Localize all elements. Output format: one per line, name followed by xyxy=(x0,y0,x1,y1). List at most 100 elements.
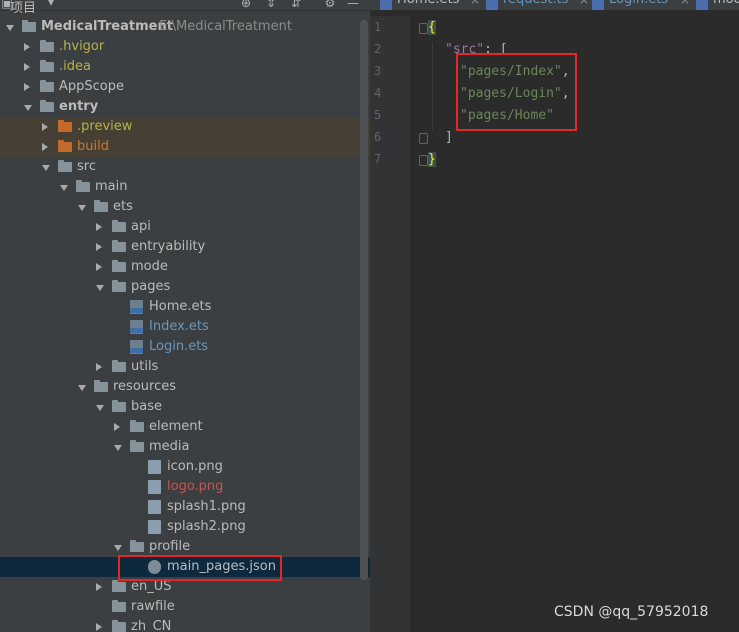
chevron-down-icon[interactable] xyxy=(78,385,86,391)
tree-item-idea[interactable]: .idea xyxy=(0,57,370,77)
close-icon[interactable]: × xyxy=(579,0,589,10)
tree-item-zh-cn[interactable]: zh_CN xyxy=(0,617,370,632)
chevron-down-icon[interactable] xyxy=(96,285,104,291)
tab-label: mod xyxy=(713,0,739,10)
tree-item-hvigor[interactable]: .hvigor xyxy=(0,37,370,57)
collapse-icon[interactable]: ⇕ xyxy=(264,0,278,9)
annotation-box-file xyxy=(118,555,282,581)
hide-icon[interactable]: — xyxy=(346,0,360,9)
folder-icon xyxy=(40,80,54,92)
tree-item-utils[interactable]: utils xyxy=(0,357,370,377)
tree-scrollbar[interactable] xyxy=(360,20,368,580)
folder-icon xyxy=(40,100,54,112)
tree-item-index-ets[interactable]: Index.ets xyxy=(0,317,370,337)
tree-item-label: AppScope xyxy=(59,79,124,94)
tree-item-icon-png[interactable]: icon.png xyxy=(0,457,370,477)
tree-item-label: icon.png xyxy=(167,459,223,474)
chevron-right-icon[interactable] xyxy=(96,263,102,271)
tree-item-label: rawfile xyxy=(131,599,175,614)
chevron-down-icon[interactable] xyxy=(6,25,14,31)
project-panel-title[interactable]: 项目 xyxy=(10,0,36,16)
folder-icon xyxy=(112,600,126,612)
chevron-right-icon[interactable] xyxy=(96,583,102,591)
chevron-right-icon[interactable] xyxy=(114,423,120,431)
folder-icon xyxy=(112,400,126,412)
chevron-down-icon[interactable] xyxy=(114,545,122,551)
project-panel: ▣ 项目 ▾ ⊕ ⇕ ⇵ ⚙ — MedicalTreatment E:\Medi… xyxy=(0,0,370,632)
chevron-down-icon[interactable] xyxy=(60,185,68,191)
tree-item-build[interactable]: build xyxy=(0,137,370,157)
code-line-7[interactable]: } xyxy=(428,152,436,167)
chevron-right-icon[interactable] xyxy=(96,363,102,371)
ets-file-icon xyxy=(380,0,392,10)
tree-item-label: .hvigor xyxy=(59,39,105,54)
tree-item-resources[interactable]: resources xyxy=(0,377,370,397)
excluded-folder-icon xyxy=(58,140,72,152)
tree-item-label: splash1.png xyxy=(167,499,246,514)
expand-icon[interactable]: ⇵ xyxy=(289,0,303,9)
tree-item-media[interactable]: media xyxy=(0,437,370,457)
tree-item-login-ets[interactable]: Login.ets xyxy=(0,337,370,357)
folder-icon xyxy=(112,240,126,252)
tree-item-label: Index.ets xyxy=(149,319,209,334)
tree-item-src[interactable]: src xyxy=(0,157,370,177)
chevron-down-icon[interactable] xyxy=(42,165,50,171)
folder-icon xyxy=(130,540,144,552)
tree-item-label: mode xyxy=(131,259,168,274)
tree-item-ets[interactable]: ets xyxy=(0,197,370,217)
ets-file-icon xyxy=(592,0,604,10)
fold-marker-icon[interactable] xyxy=(419,133,428,144)
tab-label: Home.ets xyxy=(397,0,459,10)
close-icon[interactable]: × xyxy=(470,0,480,10)
tree-item-medicaltreatment[interactable]: MedicalTreatment E:\MedicalTreatment xyxy=(0,17,370,37)
tree-item-base[interactable]: base xyxy=(0,397,370,417)
tree-item-label: .idea xyxy=(59,59,91,74)
tree-item-home-ets[interactable]: Home.ets xyxy=(0,297,370,317)
tree-item-appscope[interactable]: AppScope xyxy=(0,77,370,97)
line-number: 4 xyxy=(374,86,382,100)
code-token: ] xyxy=(445,130,453,145)
chevron-down-icon[interactable] xyxy=(78,205,86,211)
tree-item-main[interactable]: main xyxy=(0,177,370,197)
tree-item-label: src xyxy=(77,159,96,174)
tree-item-entry[interactable]: entry xyxy=(0,97,370,117)
chevron-down-icon[interactable] xyxy=(114,445,122,451)
tree-item-splash2-png[interactable]: splash2.png xyxy=(0,517,370,537)
folder-icon xyxy=(94,380,108,392)
code-line-1[interactable]: { xyxy=(428,20,436,35)
line-number: 1 xyxy=(374,20,382,34)
chevron-right-icon[interactable] xyxy=(24,83,30,91)
tree-item-label: Home.ets xyxy=(149,299,212,314)
tree-item-pages[interactable]: pages xyxy=(0,277,370,297)
chevron-right-icon[interactable] xyxy=(24,43,30,51)
chevron-down-icon[interactable] xyxy=(96,405,104,411)
fold-marker-icon[interactable] xyxy=(419,155,428,166)
chevron-down-icon[interactable] xyxy=(24,105,32,111)
tree-item-splash1-png[interactable]: splash1.png xyxy=(0,497,370,517)
tree-item-logo-png[interactable]: logo.png xyxy=(0,477,370,497)
tree-item-preview[interactable]: .preview xyxy=(0,117,370,137)
code-token: } xyxy=(428,152,436,167)
tree-item-mode[interactable]: mode xyxy=(0,257,370,277)
tree-item-rawfile[interactable]: rawfile xyxy=(0,597,370,617)
tree-item-profile[interactable]: profile xyxy=(0,537,370,557)
target-icon[interactable]: ⊕ xyxy=(239,0,253,9)
fold-marker-icon[interactable] xyxy=(419,23,428,34)
chevron-right-icon[interactable] xyxy=(42,143,48,151)
file-type-tag xyxy=(130,308,143,313)
project-toolbar: ▣ 项目 ▾ ⊕ ⇕ ⇵ ⚙ — xyxy=(0,0,370,16)
chevron-right-icon[interactable] xyxy=(96,223,102,231)
close-icon[interactable]: × xyxy=(680,0,690,10)
chevron-right-icon[interactable] xyxy=(24,63,30,71)
tree-item-element[interactable]: element xyxy=(0,417,370,437)
chevron-right-icon[interactable] xyxy=(96,623,102,631)
tree-item-label: api xyxy=(131,219,151,234)
tree-item-entryability[interactable]: entryability xyxy=(0,237,370,257)
chevron-down-icon[interactable]: ▾ xyxy=(44,0,58,8)
chevron-right-icon[interactable] xyxy=(96,243,102,251)
chevron-right-icon[interactable] xyxy=(42,123,48,131)
code-line-6[interactable]: ] xyxy=(445,130,453,145)
tree-item-api[interactable]: api xyxy=(0,217,370,237)
ets-file-icon xyxy=(696,0,708,10)
settings-icon[interactable]: ⚙ xyxy=(323,0,337,9)
